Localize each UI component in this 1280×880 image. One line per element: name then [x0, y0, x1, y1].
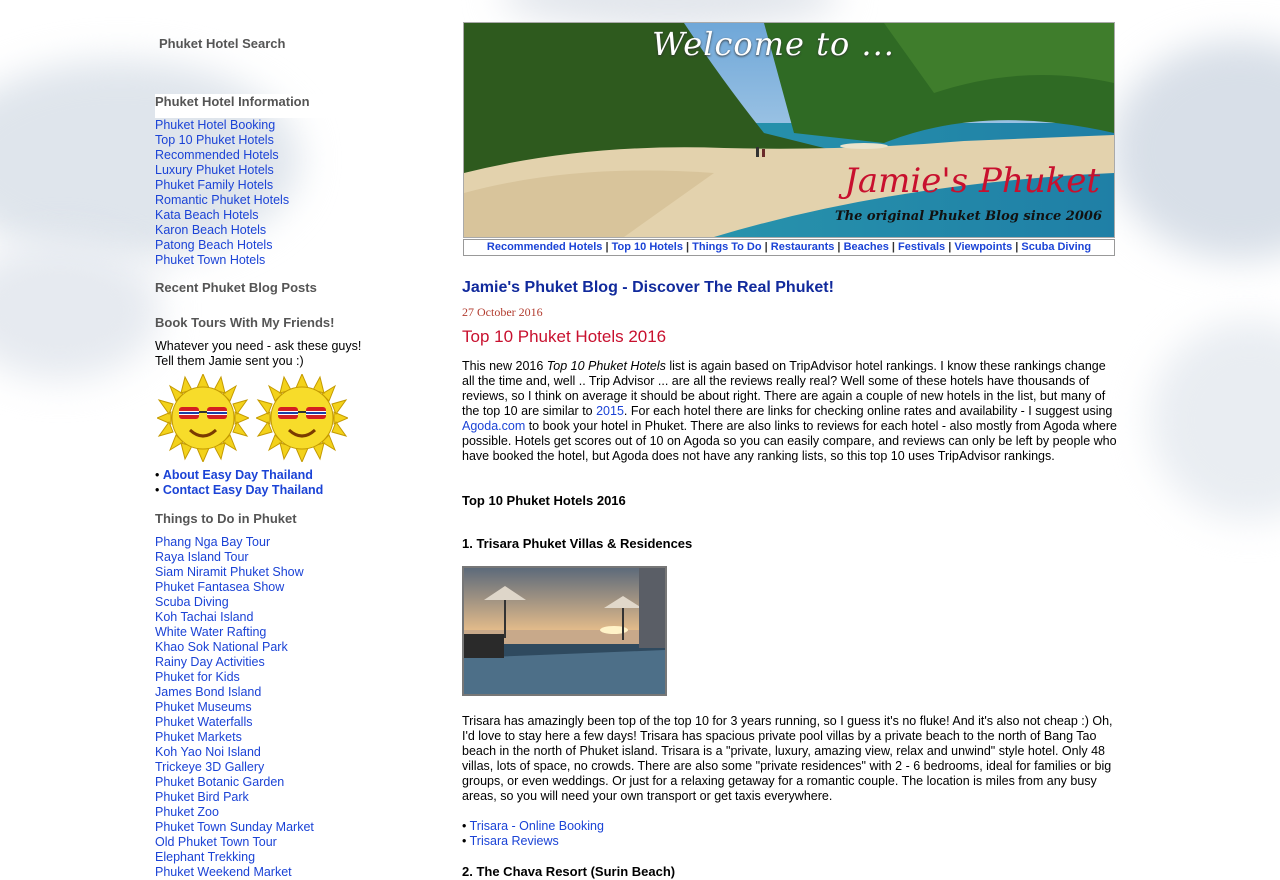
sidebar-link-karon-hotels[interactable]: Karon Beach Hotels [155, 223, 266, 237]
sidebar-link-hotel-booking[interactable]: Phuket Hotel Booking [155, 118, 275, 132]
things-link[interactable]: Phuket Markets [155, 730, 242, 744]
sidebar-link-patong-hotels[interactable]: Patong Beach Hotels [155, 238, 272, 252]
nav-things-to-do[interactable]: Things To Do [692, 241, 761, 253]
header-banner[interactable]: Welcome to ... Jamie's Phuket The origin… [463, 22, 1115, 238]
intro-text: This new 2016 [462, 359, 547, 373]
intro-text: to book your hotel in Phuket. There are … [462, 419, 1117, 463]
tours-text-1: Whatever you need - ask these guys! [155, 339, 362, 353]
post-date: 27 October 2016 [462, 305, 543, 319]
things-link[interactable]: Elephant Trekking [155, 850, 255, 864]
post-title: Top 10 Phuket Hotels 2016 [462, 327, 667, 346]
intro-emphasis: Top 10 Phuket Hotels [546, 359, 666, 373]
sidebar-link-family-hotels[interactable]: Phuket Family Hotels [155, 178, 273, 192]
hotel-search-heading: Phuket Hotel Search [159, 36, 286, 51]
things-link[interactable]: Siam Niramit Phuket Show [155, 565, 304, 579]
things-heading: Things to Do in Phuket [155, 511, 297, 526]
tours-heading: Book Tours With My Friends! [155, 315, 335, 330]
things-link[interactable]: Phuket Town Sunday Market [155, 820, 314, 834]
things-link[interactable]: Scuba Diving [155, 595, 229, 609]
things-link[interactable]: Koh Tachai Island [155, 610, 253, 624]
things-link[interactable]: Phuket Weekend Market [155, 865, 292, 879]
things-link[interactable]: Phang Nga Bay Tour [155, 535, 270, 549]
hotel-1-links: • Trisara - Online Booking • Trisara Rev… [462, 819, 604, 848]
top-navigation: Recommended Hotels | Top 10 Hotels | Thi… [463, 239, 1115, 256]
sidebar-link-recommended-hotels[interactable]: Recommended Hotels [155, 148, 279, 162]
things-link[interactable]: Koh Yao Noi Island [155, 745, 261, 759]
section-title: Top 10 Phuket Hotels 2016 [462, 493, 626, 508]
things-link[interactable]: Phuket Waterfalls [155, 715, 253, 729]
things-link[interactable]: Phuket Zoo [155, 805, 219, 819]
banner-tagline: The original Phuket Blog since 2006 [834, 209, 1102, 224]
things-link[interactable]: Khao Sok National Park [155, 640, 288, 654]
intro-text: . For each hotel there are links for che… [623, 404, 1113, 418]
nav-recommended-hotels[interactable]: Recommended Hotels [487, 241, 603, 253]
hotel-2-title: 2. The Chava Resort (Surin Beach) [462, 864, 676, 879]
things-link[interactable]: White Water Rafting [155, 625, 266, 639]
agoda-link[interactable]: Agoda.com [462, 419, 525, 433]
contact-easy-day-link[interactable]: Contact Easy Day Thailand [163, 483, 323, 497]
nav-festivals[interactable]: Festivals [898, 241, 945, 253]
things-link[interactable]: Old Phuket Town Tour [155, 835, 277, 849]
things-link[interactable]: Phuket Bird Park [155, 790, 249, 804]
things-link-list: Phang Nga Bay Tour Raya Island Tour Siam… [155, 535, 314, 880]
sidebar-link-top-10-hotels[interactable]: Top 10 Phuket Hotels [155, 133, 274, 147]
sun-mascot-image[interactable] [254, 372, 350, 464]
sidebar-link-kata-hotels[interactable]: Kata Beach Hotels [155, 208, 259, 222]
trisara-pool-photo[interactable] [462, 566, 667, 696]
blog-title: Jamie's Phuket Blog - Discover The Real … [462, 279, 834, 296]
trisara-reviews-link[interactable]: Trisara Reviews [470, 834, 559, 848]
nav-viewpoints[interactable]: Viewpoints [954, 241, 1012, 253]
nav-top-10-hotels[interactable]: Top 10 Hotels [612, 241, 683, 253]
hotel-info-heading: Phuket Hotel Information [155, 94, 366, 118]
banner-welcome-text: Welcome to ... [652, 25, 895, 63]
things-link[interactable]: James Bond Island [155, 685, 261, 699]
trisara-booking-link[interactable]: Trisara - Online Booking [470, 819, 604, 833]
sidebar-link-luxury-hotels[interactable]: Luxury Phuket Hotels [155, 163, 274, 177]
things-link[interactable]: Rainy Day Activities [155, 655, 265, 669]
link-2015[interactable]: 2015 [596, 404, 624, 418]
tours-link-list: • About Easy Day Thailand • Contact Easy… [155, 468, 324, 497]
things-link[interactable]: Trickeye 3D Gallery [155, 760, 264, 774]
nav-restaurants[interactable]: Restaurants [771, 241, 835, 253]
recent-posts-heading: Recent Phuket Blog Posts [155, 280, 317, 295]
sun-mascot-image[interactable] [155, 372, 251, 464]
tours-text-2: Tell them Jamie sent you :) [155, 354, 304, 368]
about-easy-day-link[interactable]: About Easy Day Thailand [163, 468, 313, 482]
things-link[interactable]: Phuket Botanic Garden [155, 775, 284, 789]
sidebar-link-romantic-hotels[interactable]: Romantic Phuket Hotels [155, 193, 289, 207]
hotel-link-list: Phuket Hotel Booking Top 10 Phuket Hotel… [155, 118, 289, 268]
hotel-1-description: Trisara has amazingly been top of the to… [462, 714, 1113, 803]
sidebar-link-town-hotels[interactable]: Phuket Town Hotels [155, 253, 265, 267]
intro-paragraph: This new 2016 Top 10 Phuket Hotels list … [462, 359, 1117, 464]
hotel-1-title: 1. Trisara Phuket Villas & Residences [462, 536, 693, 551]
nav-beaches[interactable]: Beaches [844, 241, 889, 253]
things-link[interactable]: Phuket Museums [155, 700, 252, 714]
things-link[interactable]: Raya Island Tour [155, 550, 249, 564]
banner-site-name: Jamie's Phuket [844, 161, 1100, 201]
things-link[interactable]: Phuket Fantasea Show [155, 580, 284, 594]
nav-scuba-diving[interactable]: Scuba Diving [1021, 241, 1091, 253]
things-link[interactable]: Phuket for Kids [155, 670, 240, 684]
